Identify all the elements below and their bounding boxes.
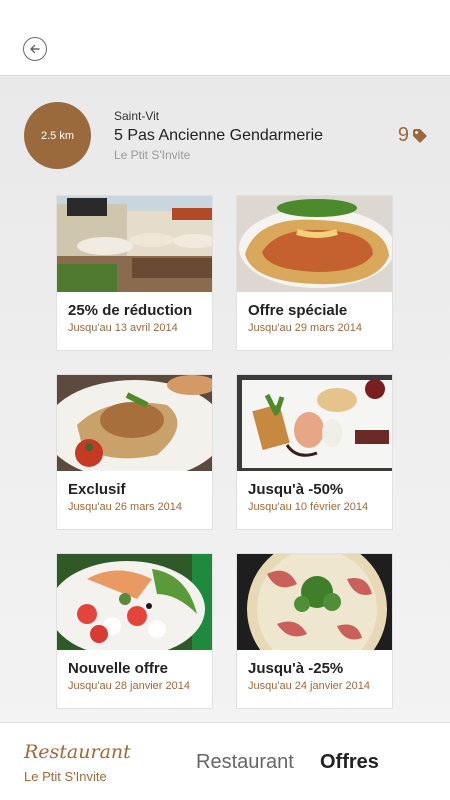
offer-date: Jusqu'au 24 janvier 2014 (248, 680, 370, 692)
bottom-bar: Restaurant Le Ptit S'Invite Restaurant O… (0, 722, 450, 800)
offer-date: Jusqu'au 26 mars 2014 (68, 501, 183, 513)
distance-badge: 2.5 km (24, 102, 91, 169)
offer-card[interactable]: Exclusif Jusqu'au 26 mars 2014 (56, 374, 213, 530)
offer-title: Jusqu'à -25% (248, 660, 344, 677)
salad-photo (57, 554, 212, 650)
restaurant-logo: Restaurant (24, 741, 131, 763)
offer-date: Jusqu'au 28 janvier 2014 (68, 680, 190, 692)
offer-title: Exclusif (68, 481, 126, 498)
offer-title: Offre spéciale (248, 302, 348, 319)
offer-title: Jusqu'à -50% (248, 481, 344, 498)
offer-title: 25% de réduction (68, 302, 193, 319)
offer-card[interactable]: Offre spéciale Jusqu'au 29 mars 2014 (236, 195, 393, 351)
offer-count-button[interactable]: 9 (398, 124, 428, 147)
offer-card[interactable]: Nouvelle offre Jusqu'au 28 janvier 2014 (56, 553, 213, 709)
offer-title: Nouvelle offre (68, 660, 169, 677)
tab-restaurant[interactable]: Restaurant (196, 751, 294, 774)
top-bar (0, 0, 450, 76)
offer-date: Jusqu'au 13 avril 2014 (68, 322, 178, 334)
restaurant-name: Le Ptit S'Invite (114, 148, 191, 162)
address-label: 5 Pas Ancienne Gendarmerie (114, 127, 324, 144)
plated-dish-photo (237, 375, 392, 471)
arrow-left-icon (30, 44, 40, 54)
restaurant-terrace-photo (57, 196, 212, 292)
offer-count: 9 (397, 124, 409, 146)
offer-date: Jusqu'au 29 mars 2014 (248, 322, 363, 334)
pizza-photo (237, 554, 392, 650)
offer-card[interactable]: Jusqu'à -50% Jusqu'au 10 février 2014 (236, 374, 393, 530)
back-button[interactable] (23, 37, 47, 61)
offer-date: Jusqu'au 10 février 2014 (248, 501, 369, 513)
tag-icon (413, 128, 427, 143)
main-content: 2.5 km Saint-Vit 5 Pas Ancienne Gendarme… (0, 77, 450, 722)
restaurant-header: 2.5 km Saint-Vit 5 Pas Ancienne Gendarme… (0, 77, 450, 177)
offer-card[interactable]: Jusqu'à -25% Jusqu'au 24 janvier 2014 (236, 553, 393, 709)
chicken-dish-photo (57, 375, 212, 471)
restaurant-logo-subtitle: Le Ptit S'Invite (24, 769, 107, 784)
tab-offers[interactable]: Offres (320, 751, 379, 774)
offer-card[interactable]: 25% de réduction Jusqu'au 13 avril 2014 (56, 195, 213, 351)
city-label: Saint-Vit (114, 109, 160, 123)
calzone-photo (237, 196, 392, 292)
